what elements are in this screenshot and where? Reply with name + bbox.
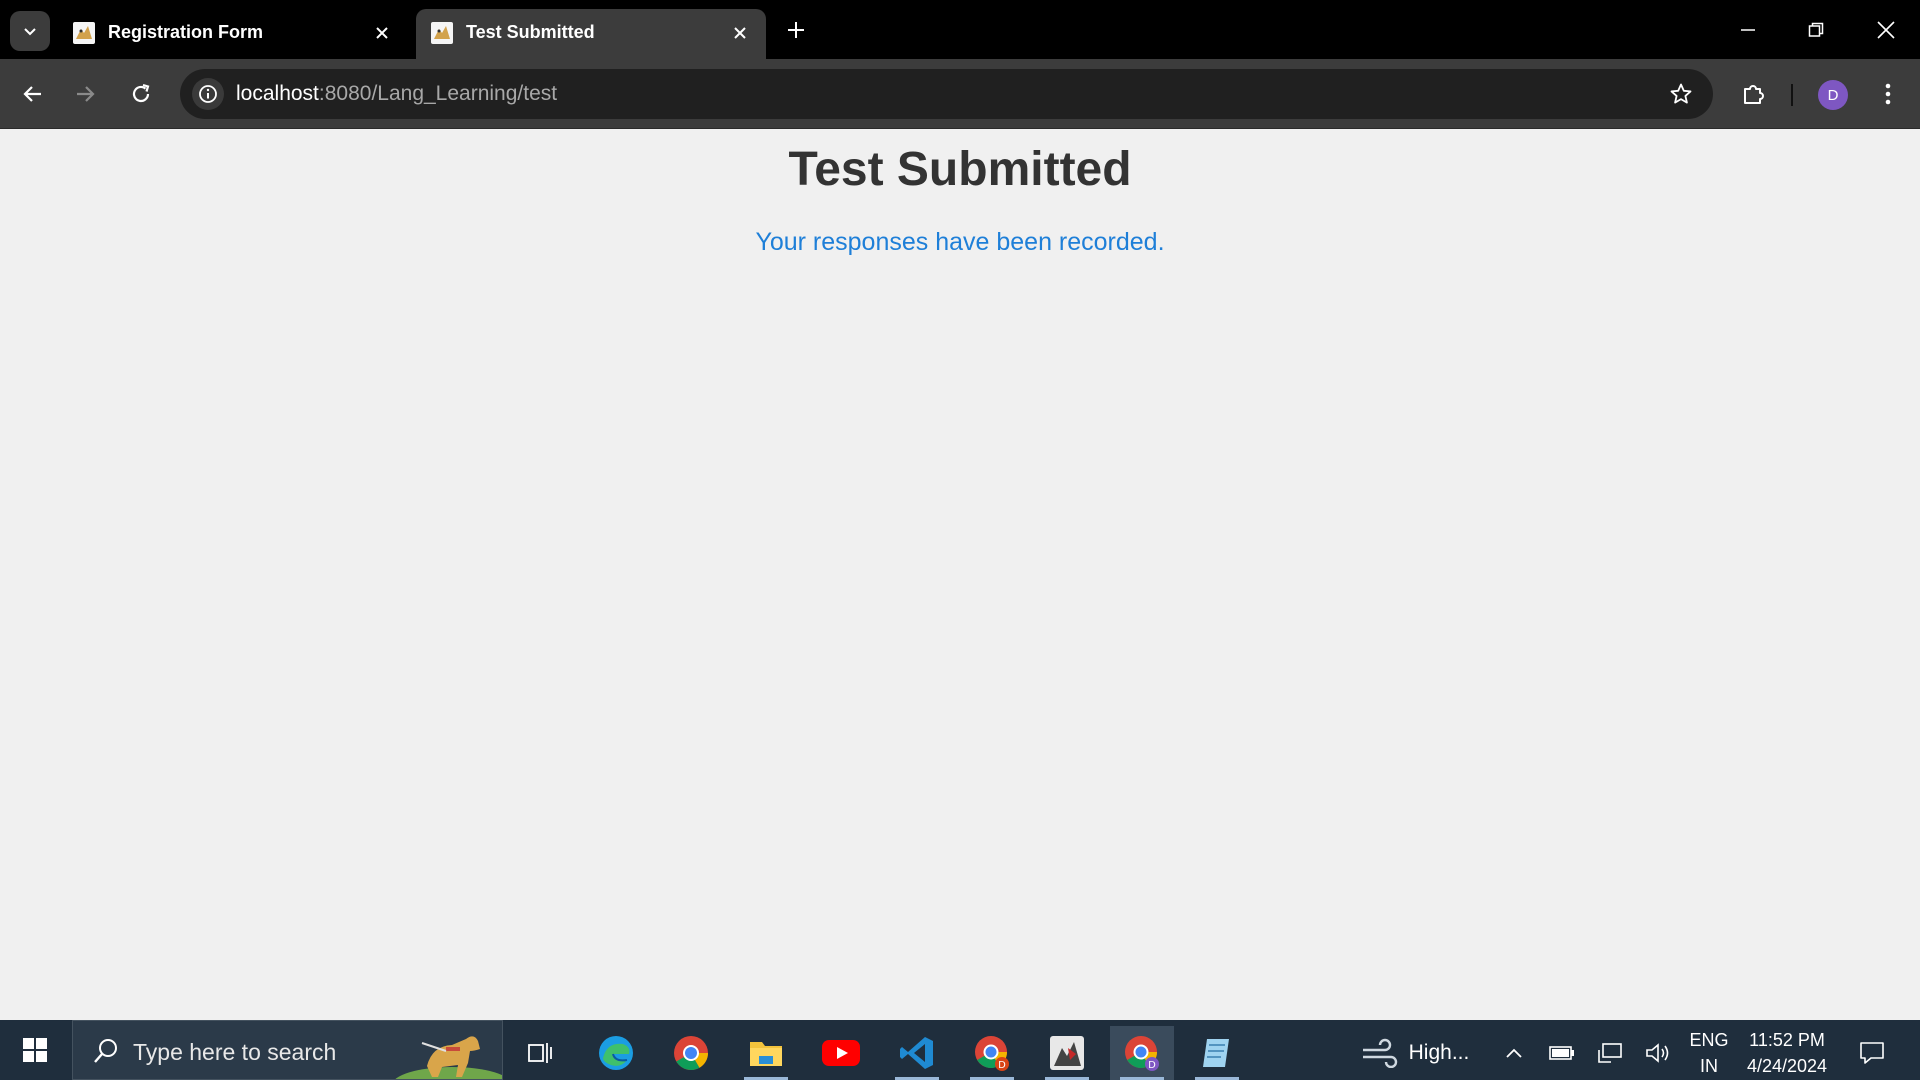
info-icon	[199, 85, 217, 103]
folder-icon	[750, 1042, 782, 1066]
tab-title: Test Submitted	[466, 22, 595, 42]
search-highlight-dog-icon	[395, 1036, 502, 1079]
bookmark-button[interactable]	[1667, 80, 1695, 108]
notification-icon	[1860, 1042, 1884, 1064]
url-path: :8080/Lang_Learning/test	[318, 82, 558, 105]
restore-icon	[1808, 22, 1824, 37]
task-view-button[interactable]	[508, 1026, 572, 1080]
taskbar-youtube[interactable]	[809, 1026, 873, 1080]
tab-search-button[interactable]	[10, 11, 50, 51]
network-icon	[1598, 1043, 1622, 1063]
input-language-button[interactable]: ENG IN	[1684, 1026, 1734, 1080]
svg-text:D: D	[998, 1060, 1006, 1071]
network-button[interactable]	[1592, 1026, 1628, 1080]
taskbar: Type here to search D D High... ENG IN 1…	[0, 1020, 1920, 1080]
tab-test-submitted[interactable]: Test Submitted	[416, 9, 766, 59]
confirmation-message: Your responses have been recorded.	[755, 228, 1165, 256]
browser-toolbar: localhost:8080/Lang_Learning/test D	[0, 59, 1920, 129]
site-info-button[interactable]	[192, 78, 224, 110]
kebab-menu-icon	[1885, 83, 1891, 105]
minimize-icon	[1741, 29, 1755, 31]
restore-button[interactable]	[1788, 8, 1844, 52]
chrome-icon	[674, 1036, 708, 1070]
java-app-icon	[1050, 1036, 1084, 1070]
puzzle-icon	[1744, 85, 1764, 104]
weather-widget[interactable]: High...	[1340, 1026, 1490, 1080]
taskbar-search-box[interactable]: Type here to search	[72, 1020, 503, 1080]
address-bar[interactable]: localhost:8080/Lang_Learning/test	[180, 69, 1713, 119]
volume-button[interactable]	[1640, 1026, 1676, 1080]
svg-text:D: D	[1148, 1060, 1156, 1071]
notifications-button[interactable]	[1850, 1026, 1894, 1080]
extensions-button[interactable]	[1736, 76, 1772, 112]
taskbar-java-app[interactable]	[1035, 1026, 1099, 1080]
notepad-icon	[1203, 1039, 1229, 1067]
edge-icon	[599, 1036, 633, 1070]
tab-strip: Registration Form Test Submitted	[0, 0, 1920, 59]
chrome-profile-icon: D	[975, 1036, 1009, 1071]
back-arrow-icon	[23, 86, 41, 102]
language-code: ENG	[1689, 1030, 1729, 1050]
tab-registration-form[interactable]: Registration Form	[58, 9, 408, 59]
chevron-down-icon	[24, 28, 36, 36]
tab-title: Registration Form	[108, 22, 264, 42]
start-button[interactable]	[14, 1034, 56, 1066]
close-window-button[interactable]	[1858, 8, 1914, 52]
star-icon	[1670, 83, 1692, 104]
show-hidden-icons-button[interactable]	[1496, 1026, 1532, 1080]
clock-button[interactable]: 11:52 PM 4/24/2024	[1740, 1026, 1834, 1080]
taskbar-chrome-active[interactable]: D	[1110, 1026, 1174, 1080]
tomcat-favicon-icon	[73, 22, 95, 44]
wind-icon	[1362, 1038, 1397, 1068]
reload-icon	[132, 83, 150, 103]
taskbar-edge[interactable]	[584, 1026, 648, 1080]
windows-logo-icon	[23, 1038, 47, 1062]
plus-icon	[788, 22, 804, 38]
clock-date: 4/24/2024	[1746, 1056, 1828, 1076]
new-tab-button[interactable]	[780, 14, 812, 46]
browser-menu-button[interactable]	[1870, 76, 1906, 112]
close-icon	[1877, 21, 1895, 39]
clock-time: 11:52 PM	[1749, 1030, 1825, 1050]
weather-text: High...	[1408, 1041, 1470, 1064]
url-host: localhost	[236, 82, 319, 105]
vscode-icon	[900, 1037, 933, 1069]
toolbar-divider	[1791, 84, 1793, 106]
forward-arrow-icon	[77, 86, 95, 102]
battery-icon	[1549, 1046, 1574, 1060]
taskbar-vscode[interactable]	[885, 1026, 949, 1080]
search-icon	[94, 1039, 117, 1063]
page-title: Test Submitted	[788, 143, 1132, 196]
youtube-icon	[822, 1040, 860, 1066]
page-content: Test Submitted Your responses have been …	[0, 130, 1920, 1020]
forward-button[interactable]	[66, 74, 106, 114]
back-button[interactable]	[12, 74, 52, 114]
speaker-icon	[1646, 1043, 1669, 1063]
taskbar-chrome[interactable]	[659, 1026, 723, 1080]
taskbar-chrome-profile[interactable]: D	[960, 1026, 1024, 1080]
region-code: IN	[1700, 1056, 1718, 1076]
taskbar-notepad[interactable]	[1185, 1026, 1249, 1080]
task-view-icon	[528, 1043, 552, 1063]
chrome-profile-icon: D	[1125, 1036, 1159, 1071]
reload-button[interactable]	[121, 74, 161, 114]
url-text[interactable]: localhost:8080/Lang_Learning/test	[236, 82, 557, 106]
profile-avatar[interactable]: D	[1818, 80, 1848, 110]
taskbar-file-explorer[interactable]	[734, 1026, 798, 1080]
minimize-button[interactable]	[1720, 8, 1776, 52]
search-placeholder: Type here to search	[133, 1039, 337, 1065]
chevron-up-icon	[1506, 1048, 1522, 1058]
close-tab-icon[interactable]	[368, 19, 396, 47]
tomcat-favicon-icon	[431, 22, 453, 44]
close-tab-icon[interactable]	[726, 19, 754, 47]
battery-button[interactable]	[1544, 1026, 1580, 1080]
